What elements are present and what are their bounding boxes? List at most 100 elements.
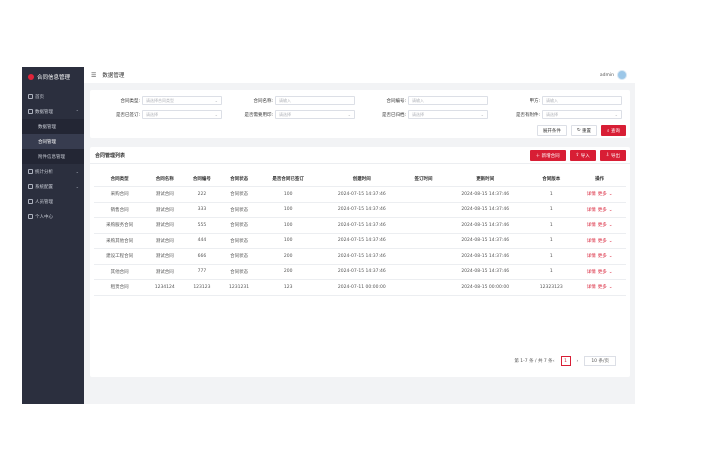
table-cell: 2024-07-15 14:37:46 xyxy=(317,202,406,218)
table-cell: 2024-07-11 00:00:00 xyxy=(317,279,406,296)
contract-table: 合同类型 合同名称 合同编号 合同状态 是否合同已签订 创建时间 签订时间 更新… xyxy=(94,171,626,296)
table-cell: 合同状态 xyxy=(219,264,259,280)
detail-link[interactable]: 详情 xyxy=(587,254,596,259)
detail-link[interactable]: 详情 xyxy=(587,192,596,197)
reset-label: 重置 xyxy=(582,128,592,134)
table-cell: 其他合同 xyxy=(94,264,146,280)
app-title: 合同信息管理 xyxy=(37,75,71,81)
more-link[interactable]: 更多 xyxy=(598,192,607,197)
detail-link[interactable]: 详情 xyxy=(587,208,596,213)
sidebar-subitem-contract[interactable]: 合同管理 xyxy=(22,134,84,149)
table-body: 采购合同 测试合同 222 合同状态 100 2024-07-15 14:37:46 202… xyxy=(94,186,626,296)
detail-link[interactable]: 详情 xyxy=(587,285,596,290)
table-row: 采购服务合同 测试合同 555 合同状态 100 2024-07-15 14:37:46 2… xyxy=(94,217,626,234)
expand-button[interactable]: 展开条件 xyxy=(536,125,567,136)
pager-prev-icon[interactable]: ‹ xyxy=(553,359,555,364)
export-button[interactable]: ⇩ 导出 xyxy=(599,150,626,161)
filter-label: 是否需要用印: xyxy=(244,112,273,118)
gear-icon xyxy=(28,184,33,189)
table-cell: 333 xyxy=(184,202,220,218)
contract-type-select[interactable]: 请选择合同类型 ⌄ xyxy=(142,96,222,105)
table-cell: 666 xyxy=(184,248,220,265)
sidebar-item-data[interactable]: 数据管理 ⌃ xyxy=(22,104,84,119)
more-link[interactable]: 更多 xyxy=(598,254,607,259)
more-link[interactable]: 更多 xyxy=(598,270,607,275)
page-size-label: 10 条/页 xyxy=(591,359,609,364)
placeholder: 请选择 xyxy=(146,111,158,117)
sidebar-item-config[interactable]: 系统配置 ⌄ xyxy=(22,179,84,194)
contract-number-input[interactable]: 请输入 xyxy=(408,96,488,105)
sidebar-subitem-data-mgmt[interactable]: 数据管理 xyxy=(22,119,84,134)
import-button[interactable]: ⇪ 导入 xyxy=(569,150,596,161)
detail-link[interactable]: 详情 xyxy=(587,223,596,228)
logo-icon xyxy=(28,74,34,80)
row-actions: 详情 更多 ⌄ xyxy=(573,248,626,265)
pagination: 第 1-7 条 / 共 7 条 ‹ 1 › 10 条/页 xyxy=(514,356,616,366)
row-actions: 详情 更多 ⌄ xyxy=(573,279,626,296)
sidebar-item-home[interactable]: 首页 xyxy=(22,89,84,104)
filter-label: 合同类型: xyxy=(120,98,140,104)
user-menu[interactable]: admin xyxy=(600,70,627,80)
sidebar-item-stats[interactable]: 统计分析 ⌄ xyxy=(22,164,84,179)
contract-name-input[interactable]: 请输入 xyxy=(275,96,355,105)
table-cell: 444 xyxy=(184,233,220,249)
filter-field-number: 合同编号: 请输入 xyxy=(356,96,488,105)
attachment-select[interactable]: 请选择 ⌄ xyxy=(542,110,622,119)
sidebar-item-profile[interactable]: 个人中心 xyxy=(22,209,84,224)
chevron-down-icon: ⌄ xyxy=(608,223,613,229)
filter-label: 甲方: xyxy=(529,98,540,104)
add-contract-button[interactable]: ＋ 新增合同 xyxy=(529,150,566,161)
row-actions: 详情 更多 ⌄ xyxy=(573,264,626,280)
detail-link[interactable]: 详情 xyxy=(587,270,596,275)
sidebar-item-people[interactable]: 人员管理 xyxy=(22,194,84,209)
more-link[interactable]: 更多 xyxy=(598,239,607,244)
more-link[interactable]: 更多 xyxy=(598,285,607,290)
table-cell: 1 xyxy=(529,202,574,218)
add-label: 新增合同 xyxy=(541,153,560,159)
search-label: 查询 xyxy=(611,128,620,134)
chevron-down-icon: ⌄ xyxy=(608,254,613,260)
filter-field-type: 合同类型: 请选择合同类型 ⌄ xyxy=(90,96,222,105)
table-cell: 100 xyxy=(258,233,318,249)
archived-select[interactable]: 请选择 ⌄ xyxy=(408,110,488,119)
row-actions: 详情 更多 ⌄ xyxy=(573,186,626,203)
chevron-down-icon: ⌄ xyxy=(75,184,79,189)
more-link[interactable]: 更多 xyxy=(598,223,607,228)
logo: 合同信息管理 xyxy=(22,67,84,85)
table-cell xyxy=(405,264,442,280)
page-size-select[interactable]: 10 条/页 xyxy=(584,356,616,366)
table-cell: 合同状态 xyxy=(219,217,259,234)
data-icon xyxy=(28,109,33,114)
reset-button[interactable]: ↻ 重置 xyxy=(570,125,598,136)
filter-label: 是否已签订: xyxy=(115,112,140,118)
menu-toggle-icon[interactable]: ☰ xyxy=(91,72,96,79)
pager-next-icon[interactable]: › xyxy=(577,359,579,364)
page-title: 数据管理 xyxy=(102,73,125,79)
placeholder: 请选择 xyxy=(279,111,291,117)
filter-label: 合同名称: xyxy=(253,98,273,104)
more-link[interactable]: 更多 xyxy=(598,208,607,213)
table-cell: 2024-07-15 14:37:46 xyxy=(317,233,406,249)
sidebar-item-label: 数据管理 xyxy=(35,109,53,115)
table-cell xyxy=(405,279,442,296)
sidebar-subitem-attachment[interactable]: 附件信息管理 xyxy=(22,149,84,164)
app-window: 合同信息管理 首页 数据管理 ⌃ 数据管理 合同管理 附件信息管理 统计分析 ⌄ 系… xyxy=(22,67,635,404)
seal-select[interactable]: 请选择 ⌄ xyxy=(275,110,355,119)
search-button[interactable]: ⌕ 查询 xyxy=(601,125,626,136)
pager-page[interactable]: 1 xyxy=(560,356,571,366)
table-row: 其他合同 测试合同 777 合同状态 200 2024-07-15 14:37:46 202… xyxy=(94,264,626,280)
table-cell: 200 xyxy=(258,264,318,280)
placeholder: 请选择 xyxy=(546,111,558,117)
detail-link[interactable]: 详情 xyxy=(587,239,596,244)
chevron-down-icon: ⌄ xyxy=(347,112,351,117)
party-a-input[interactable]: 请输入 xyxy=(542,96,622,105)
col-header: 操作 xyxy=(573,171,626,187)
chevron-down-icon: ⌄ xyxy=(608,192,613,198)
signed-select[interactable]: 请选择 ⌄ xyxy=(142,110,222,119)
table-cell: 2024-08-15 14:37:46 xyxy=(441,248,530,265)
table-cell: 租赁合同 xyxy=(94,279,146,296)
col-header: 签订时间 xyxy=(405,171,442,187)
avatar[interactable] xyxy=(617,70,627,80)
table-cell: 1231231 xyxy=(219,279,259,296)
table-row: 采购合同 测试合同 222 合同状态 100 2024-07-15 14:37:46 202… xyxy=(94,186,626,203)
